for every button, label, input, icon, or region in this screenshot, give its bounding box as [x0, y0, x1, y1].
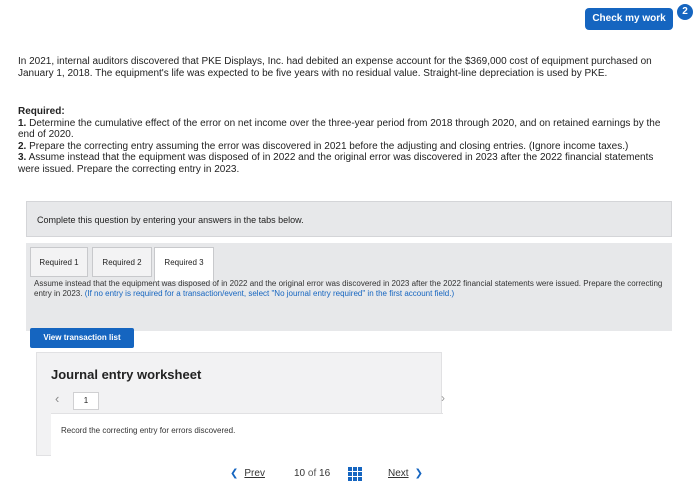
- total-pages: 16: [319, 468, 331, 479]
- chevron-left-icon: ❮: [230, 468, 239, 479]
- required-heading: Required:: [18, 106, 65, 117]
- chevron-left-icon[interactable]: ‹: [55, 391, 59, 406]
- tabs-panel: Required 1 Required 2 Required 3 Assume …: [26, 243, 672, 331]
- tab-content: Assume instead that the equipment was di…: [26, 273, 672, 331]
- next-label: Next: [388, 468, 409, 479]
- required-item-1: 1. Determine the cumulative effect of th…: [18, 118, 663, 141]
- worksheet-instruction: Record the correcting entry for errors d…: [61, 426, 236, 435]
- chevron-right-icon[interactable]: ›: [441, 391, 445, 405]
- of-label: of: [307, 468, 317, 479]
- view-transaction-list-button[interactable]: View transaction list: [30, 328, 134, 348]
- attempts-badge: 2: [675, 2, 695, 22]
- worksheet-title: Journal entry worksheet: [51, 367, 202, 382]
- required-item-text: Prepare the correcting entry assuming th…: [26, 140, 629, 152]
- required-item-3: 3. Assume instead that the equipment was…: [18, 152, 663, 175]
- question-pager: ❮ Prev 10 of 16 Next ❯: [230, 464, 430, 486]
- instruction-banner: Complete this question by entering your …: [26, 201, 672, 237]
- page-count: 10 of 16: [294, 468, 330, 479]
- required-item-text: Determine the cumulative effect of the e…: [18, 117, 661, 141]
- current-page: 10: [294, 468, 306, 479]
- required-section: Required: 1. Determine the cumulative ef…: [18, 106, 663, 175]
- tab-note: (If no entry is required for a transacti…: [84, 289, 455, 298]
- prev-label: Prev: [244, 468, 265, 479]
- worksheet-content: Record the correcting entry for errors d…: [51, 413, 443, 458]
- journal-entry-worksheet: Journal entry worksheet ‹ 1 › Record the…: [36, 352, 445, 458]
- worksheet-page-button[interactable]: 1: [73, 392, 99, 410]
- chevron-right-icon: ❯: [414, 468, 423, 479]
- prev-button[interactable]: ❮ Prev: [230, 468, 265, 479]
- required-item-2: 2. Prepare the correcting entry assuming…: [18, 141, 663, 153]
- check-my-work-button[interactable]: Check my work: [585, 8, 673, 30]
- problem-intro: In 2021, internal auditors discovered th…: [18, 56, 652, 79]
- next-button[interactable]: Next ❯: [388, 468, 423, 479]
- required-item-text: Assume instead that the equipment was di…: [18, 152, 654, 175]
- grid-icon[interactable]: [348, 467, 362, 481]
